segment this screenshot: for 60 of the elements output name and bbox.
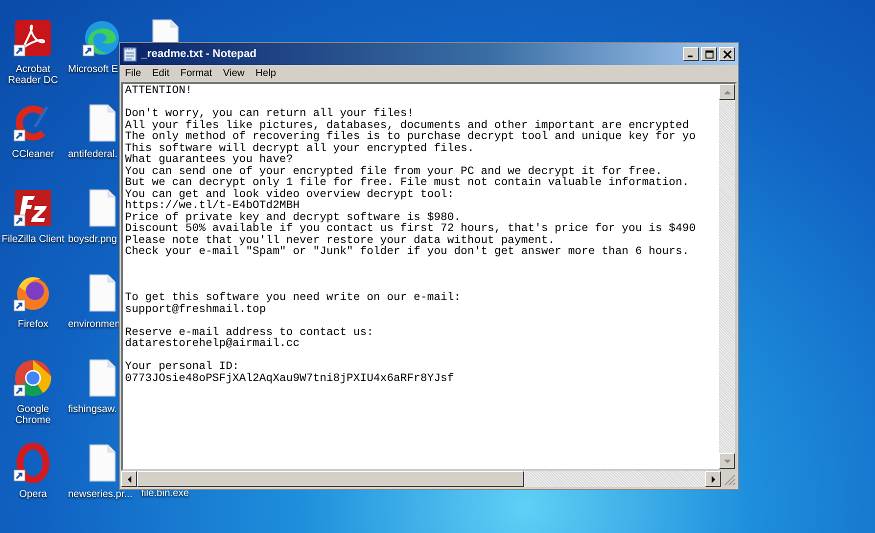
scroll-right-button[interactable] [705, 471, 721, 487]
menu-item[interactable]: File [125, 68, 142, 79]
left-arrow-icon [126, 476, 132, 482]
scroll-left-button[interactable] [121, 471, 137, 487]
icon-label: fishingsaw. [68, 404, 117, 415]
scroll-thumb[interactable] [137, 471, 524, 487]
icon-label: CCleaner [10, 149, 56, 160]
text-line: Price of private key and decrypt software is $980. [125, 212, 461, 224]
scroll-up-button[interactable] [719, 84, 735, 100]
window-title: _readme.txt - Notepad [141, 48, 258, 60]
menu-item[interactable]: Help [256, 68, 276, 79]
right-arrow-icon [710, 476, 716, 482]
close-icon [722, 50, 732, 58]
text-line: What guarantees you have? [125, 155, 293, 166]
icon-label: Google Chrome [14, 404, 52, 426]
scroll-down-button[interactable] [719, 453, 735, 469]
horizontal-scrollbar[interactable] [121, 471, 721, 487]
icon-label: boysdr.png [68, 234, 117, 245]
text-line: Reserve e-mail address to contact us: [125, 328, 374, 338]
icon-label: Firefox [16, 319, 50, 330]
text-line: Please note that you'll never restore your data without payment. [125, 236, 555, 246]
text-line: 0773JOsie48oPSFjXAl2AqXau9W7tni8jPXIU4x6aRFr8YJsf [125, 374, 454, 385]
icon-label: environmen [68, 319, 120, 330]
up-arrow-icon [724, 88, 730, 96]
text-line: But we can decrypt only 1 file for free. File must not contain valuable information. [125, 178, 689, 189]
close-button[interactable] [719, 47, 735, 61]
text-line: datarestorehelp@airmail.cc [125, 339, 300, 350]
icon-label: Microsoft E [68, 64, 118, 75]
pdf-logo-icon[interactable] [13, 18, 53, 58]
text-line: All your files like pictures, databases, documents and other important are encrypted [125, 120, 689, 132]
menu-item[interactable]: Edit [152, 68, 170, 79]
swirl-logo-icon[interactable] [82, 18, 122, 58]
icon-label: antifederal. [68, 149, 118, 160]
chrome-ball-icon[interactable] [13, 358, 53, 398]
text-line: https://we.tl/t-E4bOTd2MBH [125, 201, 300, 212]
icon-label: newseries.pr... [68, 489, 132, 500]
text-line: To get this software you need write on our e-mail: [125, 293, 461, 304]
notepad-icon [123, 46, 137, 62]
text-line: You can send one of your encrypted file from your PC and we decrypt it for free. [125, 166, 662, 178]
down-arrow-icon [724, 458, 730, 464]
text-line: support@freshmail.top [125, 304, 266, 316]
maximize-icon [704, 50, 714, 58]
icon-label: FileZilla Client [1, 234, 65, 245]
menu-item[interactable]: View [223, 68, 245, 79]
menu-item[interactable]: Format [180, 68, 212, 79]
minimize-button[interactable] [683, 47, 699, 61]
text-line: You can get and look video overview decrypt tool: [125, 190, 454, 200]
icon-label: file.bin.exe [140, 488, 190, 499]
text-line: Don't worry, you can return all your files! [125, 109, 414, 120]
maximize-button[interactable] [701, 47, 717, 61]
text-line: Your personal ID: [125, 362, 240, 373]
icon-label: Acrobat Reader DC [6, 64, 60, 86]
text-line: ATTENTION! [125, 86, 192, 98]
text-line: This software will decrypt all your encrypted files. [125, 144, 474, 154]
vertical-scrollbar[interactable] [719, 84, 735, 469]
icon-label: Opera [18, 489, 48, 500]
letter-logo-icon[interactable] [13, 188, 53, 228]
text-line: The only method of recovering files is to purchase decrypt tool and unique key for yo [125, 132, 696, 143]
text-line: Discount 50% available if you contact us first 72 hours, that's price for you is $490 [125, 224, 696, 235]
text-line: Check your e-mail "Spam" or "Junk" folder if you don't get answer more than 6 hours. [125, 247, 689, 258]
